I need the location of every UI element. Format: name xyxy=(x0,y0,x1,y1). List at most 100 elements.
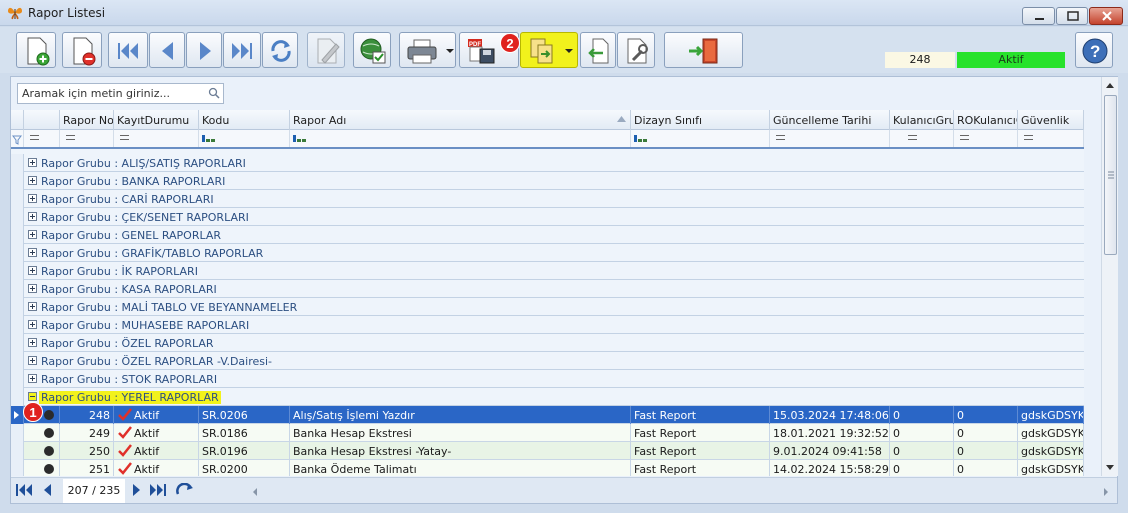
filter-cell-kodu[interactable] xyxy=(199,130,290,147)
expand-plus-icon[interactable] xyxy=(28,266,37,275)
wrench-document-icon xyxy=(627,38,648,64)
group-row[interactable]: Rapor Grubu : ÖZEL RAPORLAR -V.Dairesi- xyxy=(11,352,1084,370)
nav-refresh-icon[interactable] xyxy=(175,483,195,497)
minimize-button[interactable] xyxy=(1022,7,1055,25)
expand-plus-icon[interactable] xyxy=(28,158,37,167)
expand-plus-icon[interactable] xyxy=(28,230,37,239)
column-rapor-no[interactable]: Rapor No xyxy=(60,110,114,130)
new-report-button[interactable] xyxy=(16,32,56,68)
cell-kullanici-grup: 0 xyxy=(890,424,954,442)
current-row-pointer-icon xyxy=(14,411,19,419)
equals-operator-icon xyxy=(1024,135,1033,140)
expand-plus-icon[interactable] xyxy=(28,302,37,311)
group-row[interactable]: Rapor Grubu : KASA RAPORLARI xyxy=(11,280,1084,298)
group-row-expanded[interactable]: Rapor Grubu : YEREL RAPORLAR xyxy=(11,388,1084,406)
filter-cell-guncelleme-tarihi[interactable] xyxy=(770,130,890,147)
refresh-button[interactable] xyxy=(262,32,298,68)
cell-guvenlik: gdskGDSYK xyxy=(1018,460,1084,476)
group-row[interactable]: Rapor Grubu : BANKA RAPORLARI xyxy=(11,172,1084,190)
expand-plus-icon[interactable] xyxy=(28,356,37,365)
expand-plus-icon[interactable] xyxy=(28,284,37,293)
web-report-button[interactable] xyxy=(353,32,391,68)
group-row[interactable]: Rapor Grubu : STOK RAPORLARI xyxy=(11,370,1084,388)
expand-plus-icon[interactable] xyxy=(28,338,37,347)
expand-plus-icon[interactable] xyxy=(28,212,37,221)
print-button[interactable] xyxy=(399,32,456,68)
expand-plus-icon[interactable] xyxy=(28,194,37,203)
nav-next-icon[interactable] xyxy=(131,483,143,497)
filter-cell-ro-kullanici-grup[interactable] xyxy=(954,130,1018,147)
delete-report-button[interactable] xyxy=(62,32,102,68)
previous-record-button[interactable] xyxy=(149,32,185,68)
close-button[interactable] xyxy=(1089,7,1123,25)
import-report-button[interactable] xyxy=(580,32,616,68)
group-row[interactable]: Rapor Grubu : ÇEK/SENET RAPORLARI xyxy=(11,208,1084,226)
column-dizayn-sinifi[interactable]: Dizayn Sınıfı xyxy=(631,110,770,130)
filter-cell-kullanici-grup[interactable] xyxy=(890,130,954,147)
column-guncelleme-tarihi[interactable]: Güncelleme Tarihi xyxy=(770,110,890,130)
help-button[interactable]: ? xyxy=(1075,32,1113,68)
delete-document-icon xyxy=(73,37,96,66)
horizontal-scrollbar[interactable] xyxy=(251,486,1113,498)
expand-plus-icon[interactable] xyxy=(28,176,37,185)
nav-last-icon[interactable] xyxy=(149,483,169,497)
scroll-down-icon[interactable] xyxy=(1106,465,1114,470)
group-row[interactable]: Rapor Grubu : İK RAPORLARI xyxy=(11,262,1084,280)
table-row[interactable]: 249 Aktif SR.0186 Banka Hesap Ekstresi F… xyxy=(11,424,1084,442)
filter-cell-dizayn-sinifi[interactable] xyxy=(631,130,770,147)
maximize-button[interactable] xyxy=(1056,7,1088,25)
table-row[interactable]: 250 Aktif SR.0196 Banka Hesap Ekstresi -… xyxy=(11,442,1084,460)
column-ro-kullanici-grup[interactable]: ROKulanıcıGr xyxy=(954,110,1018,130)
collapse-minus-icon[interactable] xyxy=(28,392,37,401)
nav-previous-icon[interactable] xyxy=(41,483,53,497)
group-row[interactable]: Rapor Grubu : CARİ RAPORLARI xyxy=(11,190,1084,208)
table-row[interactable]: 248 Aktif SR.0206 Alış/Satış İşlemi Yazd… xyxy=(11,406,1084,424)
equals-operator-icon xyxy=(120,135,129,140)
next-record-button[interactable] xyxy=(186,32,222,68)
row-state-cell xyxy=(24,442,60,460)
status-indicator: Aktif xyxy=(957,52,1065,68)
last-record-button[interactable] xyxy=(223,32,261,68)
scroll-up-icon[interactable] xyxy=(1106,83,1114,88)
group-row[interactable]: Rapor Grubu : GENEL RAPORLAR xyxy=(11,226,1084,244)
first-record-icon xyxy=(118,43,138,59)
group-row[interactable]: Rapor Grubu : ALIŞ/SATIŞ RAPORLARI xyxy=(11,154,1084,172)
group-row[interactable]: Rapor Grubu : GRAFİK/TABLO RAPORLAR xyxy=(11,244,1084,262)
cell-kayit-durumu: Aktif xyxy=(114,460,199,476)
vertical-scrollbar[interactable] xyxy=(1101,77,1118,476)
text-filter-icon xyxy=(293,135,306,142)
group-row[interactable]: Rapor Grubu : MALİ TABLO VE BEYANNAMELER xyxy=(11,298,1084,316)
column-kodu[interactable]: Kodu xyxy=(199,110,290,130)
column-kullanici-grup[interactable]: KulanıcıGrup xyxy=(890,110,954,130)
nav-first-icon[interactable] xyxy=(15,483,33,497)
exit-button[interactable] xyxy=(664,32,743,68)
report-settings-button[interactable] xyxy=(617,32,655,68)
header-expander xyxy=(24,110,60,130)
first-record-button[interactable] xyxy=(108,32,148,68)
annotation-badge-2: 2 xyxy=(500,33,520,53)
filter-cell-rapor-adi[interactable] xyxy=(290,130,631,147)
group-label: Rapor Grubu : YEREL RAPORLAR xyxy=(39,391,221,404)
copy-report-button[interactable] xyxy=(520,32,578,68)
table-row[interactable]: 251 Aktif SR.0200 Banka Ödeme Talimatı F… xyxy=(11,460,1084,476)
refresh-icon xyxy=(271,40,291,62)
group-label: Rapor Grubu : KASA RAPORLARI xyxy=(41,283,217,296)
edit-report-button[interactable] xyxy=(307,32,345,68)
expand-plus-icon[interactable] xyxy=(28,320,37,329)
filter-cell-expander[interactable] xyxy=(24,130,60,147)
expand-plus-icon[interactable] xyxy=(28,374,37,383)
filter-cell-rapor-no[interactable] xyxy=(60,130,114,147)
column-rapor-adi[interactable]: Rapor Adı xyxy=(290,110,631,130)
group-row[interactable]: Rapor Grubu : MUHASEBE RAPORLARI xyxy=(11,316,1084,334)
group-label: Rapor Grubu : STOK RAPORLARI xyxy=(41,373,218,386)
search-input[interactable]: Aramak için metin giriniz... xyxy=(17,83,224,104)
filter-cell-guvenlik[interactable] xyxy=(1018,130,1084,147)
column-guvenlik[interactable]: Güvenlik xyxy=(1018,110,1084,130)
scrollbar-thumb[interactable] xyxy=(1104,95,1117,255)
expand-plus-icon[interactable] xyxy=(28,248,37,257)
cell-ro-kullanici-grup: 0 xyxy=(954,460,1018,476)
column-kayit-durumu[interactable]: KayıtDurumu xyxy=(114,110,199,130)
group-row[interactable]: Rapor Grubu : ÖZEL RAPORLAR xyxy=(11,334,1084,352)
filter-cell-kayit-durumu[interactable] xyxy=(114,130,199,147)
group-label: Rapor Grubu : GRAFİK/TABLO RAPORLAR xyxy=(41,247,264,260)
